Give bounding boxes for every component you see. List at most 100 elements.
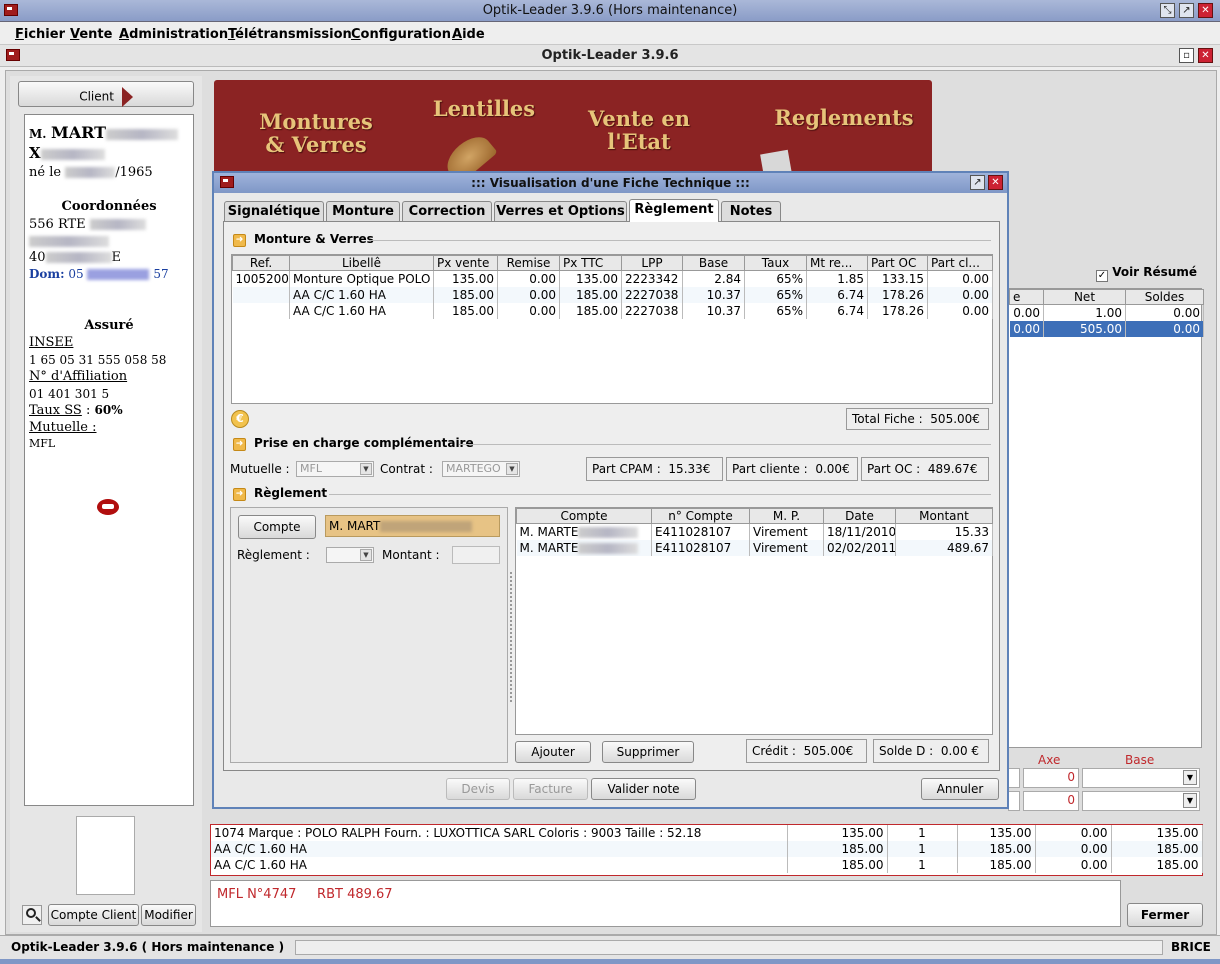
column-header[interactable]: Part OC xyxy=(867,255,928,271)
note-area[interactable]: MFL N°4747 RBT 489.67 xyxy=(210,880,1121,927)
menu-fichier[interactable]: Fichier xyxy=(15,27,65,42)
mutuelle-value: MFL xyxy=(29,437,56,450)
column-header[interactable]: Remise xyxy=(497,255,560,271)
reglement-select[interactable]: ▼ xyxy=(326,547,374,563)
banner-vente-etat[interactable]: Vente en l'Etat xyxy=(569,107,709,153)
table-row[interactable]: 1074 Marque : POLO RALPH Fourn. : LUXOTT… xyxy=(211,825,1203,841)
menu-teletransmission[interactable]: Télétransmission xyxy=(228,27,352,42)
banner-reglements[interactable]: Reglements xyxy=(769,106,919,129)
sph-field[interactable] xyxy=(1008,768,1020,788)
menu-vente[interactable]: Vente xyxy=(70,27,112,42)
arrow-right-icon: ➜ xyxy=(233,488,246,501)
dialog-titlebar[interactable]: ::: Visualisation d'une Fiche Technique … xyxy=(214,173,1007,193)
column-header[interactable]: Date xyxy=(823,508,896,524)
ajouter-button[interactable]: Ajouter xyxy=(515,741,591,763)
table-row[interactable]: AA C/C 1.60 HA 185.00 0.00 185.00 2227038 10.… xyxy=(232,286,993,303)
reglement-form: Compte M. MART Règlement : ▼ Montant : xyxy=(230,507,508,763)
supprimer-button[interactable]: Supprimer xyxy=(602,741,694,763)
facture-button[interactable]: Facture xyxy=(513,778,588,800)
devis-button[interactable]: Devis xyxy=(446,778,510,800)
column-header[interactable]: M. P. xyxy=(749,508,824,524)
axe-field-og[interactable]: 0 xyxy=(1023,791,1079,811)
table-row[interactable]: AA C/C 1.60 HA 185.00 0.00 185.00 2227038 10.… xyxy=(232,302,993,319)
tab-monture[interactable]: Monture xyxy=(326,201,400,221)
client-photo xyxy=(76,816,135,895)
summary-row-selected[interactable]: 0.00 505.00 0.00 xyxy=(1009,320,1204,337)
summary-header: Soldes xyxy=(1125,289,1204,305)
column-header[interactable]: Px TTC xyxy=(559,255,622,271)
compte-button[interactable]: Compte xyxy=(238,515,316,539)
mutuelle-select[interactable]: MFL ▼ xyxy=(296,461,374,477)
column-header[interactable]: n° Compte xyxy=(651,508,750,524)
tab-reglement[interactable]: Règlement xyxy=(629,199,719,222)
montant-label: Montant : xyxy=(382,548,440,562)
column-header[interactable]: Mt re... xyxy=(806,255,868,271)
base-select-od[interactable]: ▼ xyxy=(1082,768,1200,788)
tab-correction[interactable]: Correction xyxy=(402,201,492,221)
client-button[interactable]: Client xyxy=(18,81,194,107)
tab-notes[interactable]: Notes xyxy=(721,201,781,221)
dialog-close-icon[interactable]: ✕ xyxy=(988,175,1003,190)
client-phone: Dom: 05 57 xyxy=(29,267,169,281)
menu-administration[interactable]: Administration xyxy=(119,27,228,42)
banner-montures[interactable]: Montures & Verres xyxy=(236,110,396,156)
menu-bar: Fichier Vente Administration Télétransmi… xyxy=(0,23,1220,45)
menu-configuration[interactable]: Configuration xyxy=(351,27,451,42)
column-header[interactable]: Ref. xyxy=(232,255,290,271)
search-icon[interactable] xyxy=(22,905,42,925)
window-titlebar[interactable]: Optik-Leader 3.9.6 (Hors maintenance) ⤡ … xyxy=(0,0,1220,22)
column-header[interactable]: LPP xyxy=(621,255,683,271)
table-row[interactable]: M. MARTE E411028107 Virement 02/02/2011 489.… xyxy=(516,539,993,556)
mutuelle-label: Mutuelle : xyxy=(29,420,97,435)
summary-row[interactable]: 0.00 1.00 0.00 xyxy=(1009,304,1204,321)
restore-icon[interactable]: ▫ xyxy=(1179,48,1194,63)
minimize-icon[interactable]: ⤡ xyxy=(1160,3,1175,18)
column-header[interactable]: Montant xyxy=(895,508,993,524)
compte-client-button[interactable]: Compte Client xyxy=(48,904,139,926)
valider-note-button[interactable]: Valider note xyxy=(591,778,696,800)
column-header[interactable]: Compte xyxy=(516,508,652,524)
voir-resume-checkbox[interactable]: ✓ Voir Résumé xyxy=(1096,265,1197,282)
part-cpam: Part CPAM : 15.33€ xyxy=(586,457,723,481)
alert-icon[interactable] xyxy=(97,499,119,515)
window-title: Optik-Leader 3.9.6 (Hors maintenance) xyxy=(482,3,738,18)
column-header[interactable]: Base xyxy=(682,255,745,271)
tab-verres-options[interactable]: Verres et Options xyxy=(494,201,627,221)
modifier-button[interactable]: Modifier xyxy=(141,904,196,926)
dialog-maximize-icon[interactable]: ↗ xyxy=(970,175,985,190)
summary-header: e xyxy=(1009,289,1044,305)
insee-label: INSEE xyxy=(29,335,74,350)
montant-field[interactable] xyxy=(452,546,500,564)
table-row[interactable]: 1005200 Monture Optique POLO R 135.00 0.00 1… xyxy=(232,270,993,287)
table-row[interactable]: M. MARTE E411028107 Virement 18/11/2010 15.3… xyxy=(516,523,993,540)
banner-lentilles[interactable]: Lentilles xyxy=(414,97,554,120)
divider xyxy=(329,494,991,495)
base-select-og[interactable]: ▼ xyxy=(1082,791,1200,811)
column-header[interactable]: Libellê xyxy=(289,255,434,271)
check-icon: ✓ xyxy=(1096,270,1108,282)
sph-field-og[interactable] xyxy=(1008,791,1020,811)
status-bar: Optik-Leader 3.9.6 ( Hors maintenance ) … xyxy=(0,935,1220,959)
payments-table: Compte n° Compte M. P. Date Montant M. M… xyxy=(515,507,993,735)
euro-icon[interactable]: € xyxy=(231,410,249,428)
fermer-button[interactable]: Fermer xyxy=(1127,903,1203,927)
axe-field-od[interactable]: 0 xyxy=(1023,768,1079,788)
column-header[interactable]: Part cl... xyxy=(927,255,993,271)
table-row[interactable]: AA C/C 1.60 HA 185.00 1 185.00 0.00 185.00 xyxy=(211,841,1203,857)
contrat-label: Contrat : xyxy=(380,462,433,476)
tab-signaletique[interactable]: Signalétique xyxy=(224,201,324,221)
column-header[interactable]: Px vente xyxy=(433,255,498,271)
maximize-icon[interactable]: ↗ xyxy=(1179,3,1194,18)
annuler-button[interactable]: Annuler xyxy=(921,778,999,800)
frame-close-icon[interactable]: ✕ xyxy=(1198,48,1213,63)
section-reglement: Règlement xyxy=(254,486,328,500)
contrat-select[interactable]: MARTEGO ▼ xyxy=(442,461,520,477)
compte-field[interactable]: M. MART xyxy=(325,515,500,537)
split-handle[interactable] xyxy=(510,572,512,702)
menu-aide[interactable]: Aide xyxy=(452,27,485,42)
close-icon[interactable]: ✕ xyxy=(1198,3,1213,18)
table-row[interactable]: AA C/C 1.60 HA 185.00 1 185.00 0.00 185.00 xyxy=(211,857,1203,873)
summary-table: e Net Soldes 0.00 1.00 0.00 0.00 505.00 0.00 xyxy=(1008,288,1204,748)
column-header[interactable]: Taux xyxy=(744,255,807,271)
insee-value: 1 65 05 31 555 058 58 xyxy=(29,353,167,367)
